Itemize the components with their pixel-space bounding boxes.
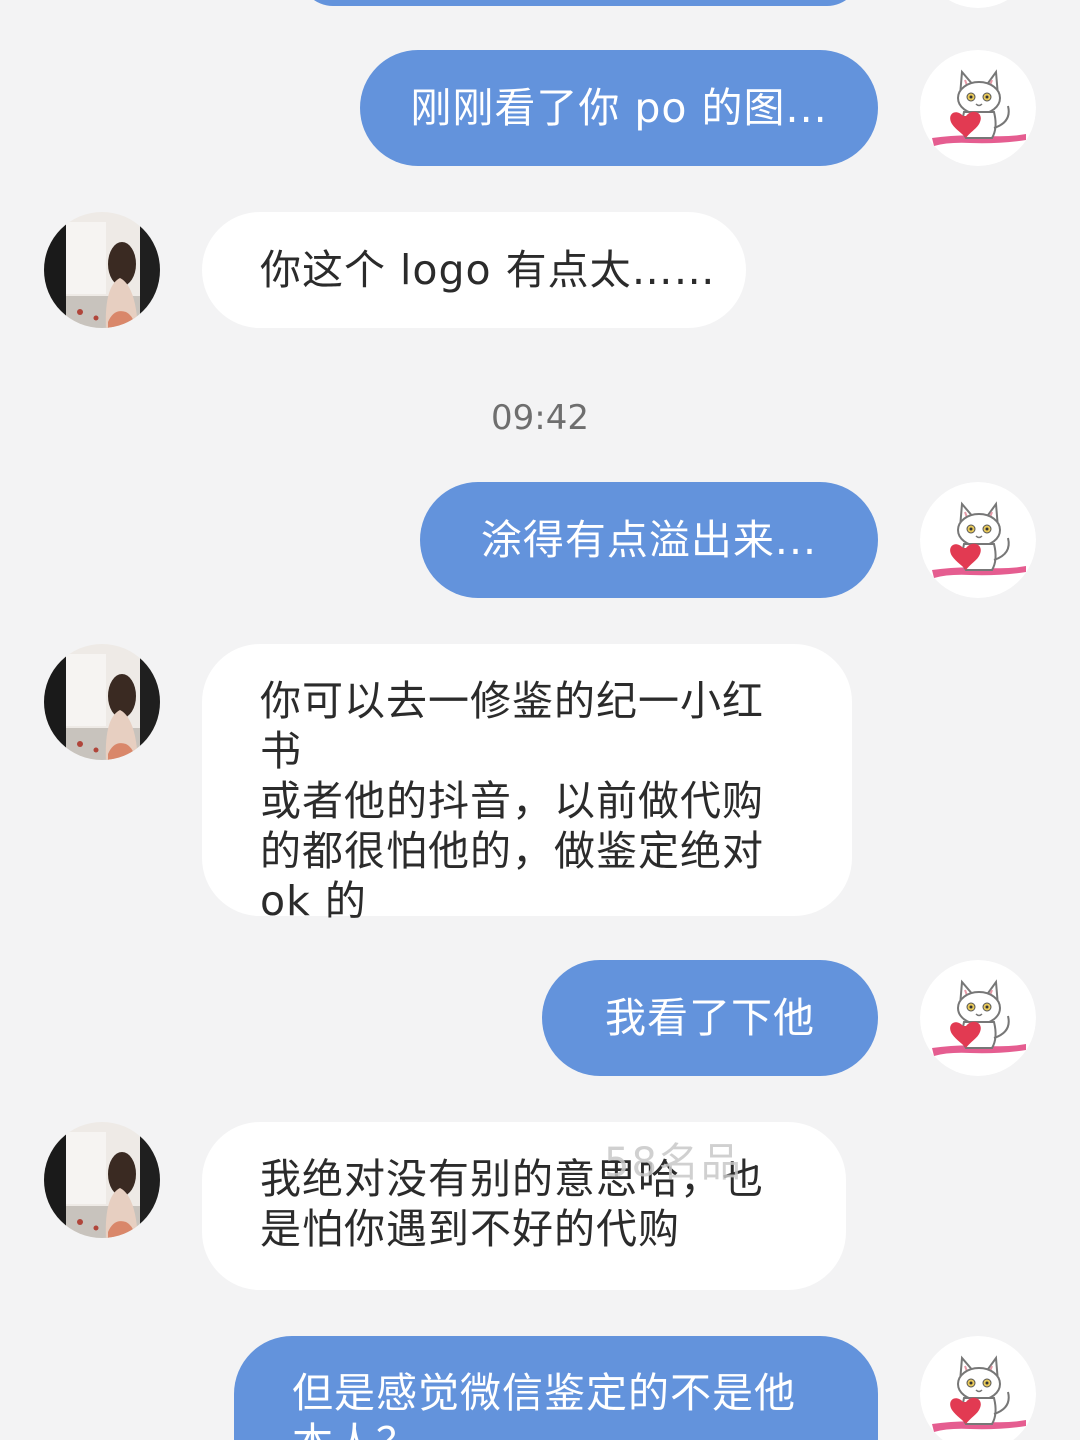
self-avatar[interactable]: [920, 960, 1036, 1076]
self-avatar[interactable]: [920, 50, 1036, 166]
self-avatar[interactable]: [920, 1336, 1036, 1440]
chat-message-list[interactable]: 刚刚看了你 po 的图... 你这个 logo 有点太…… 09:42 涂得有点…: [0, 0, 1080, 1440]
message-text-line: 是怕你遇到不好的代购: [260, 1205, 680, 1253]
message-text-line: 本人？: [292, 1418, 820, 1440]
message-bubble-incoming[interactable]: 你这个 logo 有点太……: [202, 212, 746, 328]
contact-avatar[interactable]: [44, 212, 160, 328]
message-text: 涂得有点溢出来...: [480, 516, 818, 564]
contact-avatar[interactable]: [44, 644, 160, 760]
message-bubble-cutoff: [300, 0, 860, 6]
message-text: 我看了下他: [605, 994, 815, 1042]
message-bubble-outgoing[interactable]: 刚刚看了你 po 的图...: [360, 50, 878, 166]
message-text-line: 你可以去一修鉴的纪一小红书: [260, 677, 764, 775]
contact-avatar[interactable]: [44, 1122, 160, 1238]
message-bubble-outgoing[interactable]: 我看了下他: [542, 960, 878, 1076]
message-bubble-outgoing[interactable]: 但是感觉微信鉴定的不是他 本人？: [234, 1336, 878, 1440]
message-text-line: ok 的: [260, 877, 367, 925]
message-text: 你这个 logo 有点太……: [260, 246, 716, 294]
message-bubble-incoming[interactable]: 我绝对没有别的意思哈，也 是怕你遇到不好的代购: [202, 1122, 846, 1290]
message-text: 刚刚看了你 po 的图...: [410, 84, 828, 132]
message-text-line: 但是感觉微信鉴定的不是他: [292, 1369, 796, 1417]
self-avatar[interactable]: [920, 482, 1036, 598]
cat-holding-heart-icon: [920, 50, 1036, 166]
message-text-line: 或者他的抖音，以前做代购: [260, 777, 764, 825]
message-bubble-outgoing[interactable]: 涂得有点溢出来...: [420, 482, 878, 598]
message-timestamp: 09:42: [491, 398, 589, 438]
watermark: 58名品: [604, 1140, 743, 1186]
message-text-line: 的都很怕他的，做鉴定绝对: [260, 827, 764, 875]
self-avatar-cutoff[interactable]: [920, 0, 1036, 8]
message-bubble-incoming[interactable]: 你可以去一修鉴的纪一小红书 或者他的抖音，以前做代购 的都很怕他的，做鉴定绝对 …: [202, 644, 852, 925]
